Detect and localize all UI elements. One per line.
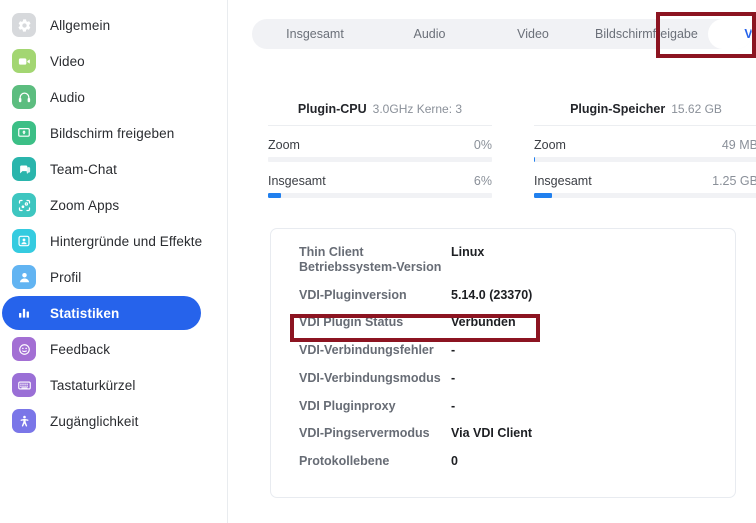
meter-subtitle: 15.62 GB	[671, 102, 722, 116]
detail-row: VDI-Pingservermodus Via VDI Client	[299, 426, 735, 441]
meter-progress-fill	[534, 193, 552, 198]
tab-bildschirmfreigabe[interactable]: Bildschirmfreigabe	[585, 19, 708, 49]
detail-key: VDI-Verbindungsfehler	[299, 343, 434, 357]
meter-subtitle: 3.0GHz Kerne: 3	[372, 102, 463, 116]
tab-audio[interactable]: Audio	[378, 19, 481, 49]
detail-row: VDI-Verbindungsmodus -	[299, 371, 735, 386]
sidebar-item-label: Audio	[50, 89, 86, 105]
meter-row: Insgesamt 1.25 GB	[534, 174, 756, 198]
tab-insgesamt[interactable]: Insgesamt	[252, 19, 378, 49]
sidebar-item-feedback[interactable]: Feedback	[2, 332, 201, 366]
sidebar-item-label: Profil	[50, 269, 82, 285]
sidebar-item-video[interactable]: Video	[2, 44, 201, 78]
chat-bubble-icon	[12, 157, 36, 181]
smiley-icon	[12, 337, 36, 361]
sidebar-item-hintergr-nde-und-effekte[interactable]: Hintergründe und Effekte	[2, 224, 203, 258]
meter-progress-bar	[534, 157, 756, 162]
settings-sidebar: Allgemein Video Audio Bildschirm freigeben T…	[0, 0, 228, 523]
sidebar-item-label: Zoom Apps	[50, 197, 120, 213]
video-camera-icon	[12, 49, 36, 73]
person-frame-icon	[12, 229, 36, 253]
sidebar-item-label: Feedback	[50, 341, 111, 357]
sidebar-item-label: Bildschirm freigeben	[50, 125, 175, 141]
detail-value: -	[451, 370, 456, 385]
meter-row: Insgesamt 6%	[268, 174, 492, 198]
meter-header: Plugin-Speicher 15.62 GB	[534, 100, 756, 126]
detail-value: -	[451, 398, 456, 413]
plugin-resource-meters: Plugin-CPU 3.0GHz Kerne: 3 Zoom 0% Insgesamt…	[268, 100, 756, 198]
detail-row: VDI-Pluginversion 5.14.0 (23370)	[299, 288, 735, 303]
meter-progress-bar	[534, 193, 756, 198]
settings-window: Allgemein Video Audio Bildschirm freigeben T…	[0, 0, 756, 523]
detail-key: VDI Plugin Status	[299, 315, 404, 330]
detail-key: VDI-Verbindungsmodus	[299, 370, 441, 385]
detail-row: VDI Plugin Status Verbunden	[299, 315, 735, 330]
sidebar-item-label: Video	[50, 53, 85, 69]
detail-value: 0	[451, 454, 458, 468]
detail-key: VDI-Pingservermodus	[299, 426, 430, 441]
meter-progress-bar	[268, 157, 492, 162]
meter-row-value: 0%	[473, 138, 492, 152]
detail-value: 5.14.0 (23370)	[451, 287, 533, 302]
detail-key: VDI-Pluginversion	[299, 287, 407, 302]
meter-progress-fill	[268, 193, 282, 198]
meter-row-label: Zoom	[268, 138, 300, 152]
meter-title: Plugin-CPU	[297, 102, 367, 116]
meter-row-value: 1.25 GB	[712, 174, 756, 188]
meter-title: Plugin-Speicher	[570, 102, 666, 116]
sidebar-item-bildschirm-freigeben[interactable]: Bildschirm freigeben	[2, 116, 201, 150]
headset-icon	[12, 85, 36, 109]
keyboard-icon	[12, 373, 36, 397]
sidebar-item-statistiken[interactable]: Statistiken	[2, 296, 201, 330]
detail-key: VDI Pluginproxy	[299, 398, 396, 413]
meter-row-label: Insgesamt	[534, 174, 592, 188]
sidebar-item-zug-nglichkeit[interactable]: Zugänglichkeit	[2, 404, 201, 438]
sidebar-item-label: Statistiken	[50, 305, 120, 321]
sidebar-item-label: Team-Chat	[50, 161, 117, 177]
detail-value: Linux	[451, 245, 485, 259]
detail-row: VDI-Verbindungsfehler -	[299, 343, 735, 358]
meter-progress-fill	[534, 157, 535, 162]
bar-chart-icon	[12, 301, 36, 325]
meter-row: Zoom 49 MB	[534, 138, 756, 162]
sidebar-item-label: Allgemein	[50, 17, 111, 33]
meter-progress-bar	[268, 193, 492, 198]
detail-value: Verbunden	[451, 315, 516, 330]
statistics-panel: InsgesamtAudioVideoBildschirmfreigabeVDI…	[228, 0, 756, 523]
screen-share-icon	[12, 121, 36, 145]
person-icon	[12, 265, 36, 289]
accessibility-icon	[12, 409, 36, 433]
meter-group-plugin-memory: Plugin-Speicher 15.62 GB Zoom 49 MB Insgesam…	[534, 100, 756, 198]
detail-value: -	[451, 343, 456, 357]
detail-row: VDI Pluginproxy -	[299, 399, 735, 414]
sidebar-item-label: Hintergründe und Effekte	[50, 233, 203, 249]
meter-group-plugin-cpu: Plugin-CPU 3.0GHz Kerne: 3 Zoom 0% Insgesamt…	[268, 100, 492, 198]
sidebar-item-allgemein[interactable]: Allgemein	[2, 8, 201, 42]
meter-row-label: Insgesamt	[268, 174, 326, 188]
tab-vdi[interactable]: VDI	[707, 19, 752, 49]
apps-grid-icon	[12, 193, 36, 217]
meter-row-value: 6%	[473, 174, 492, 188]
sidebar-item-profil[interactable]: Profil	[2, 260, 201, 294]
gear-icon	[12, 13, 36, 37]
detail-row: Protokollebene 0	[299, 454, 735, 469]
tab-video[interactable]: Video	[481, 19, 585, 49]
meter-row: Zoom 0%	[268, 138, 492, 162]
sidebar-item-tastaturk-rzel[interactable]: Tastaturkürzel	[2, 368, 201, 402]
sidebar-item-label: Tastaturkürzel	[50, 377, 136, 393]
meter-header: Plugin-CPU 3.0GHz Kerne: 3	[268, 100, 492, 126]
statistics-tabbar: InsgesamtAudioVideoBildschirmfreigabeVDI	[252, 19, 752, 49]
sidebar-item-audio[interactable]: Audio	[2, 80, 201, 114]
sidebar-item-label: Zugänglichkeit	[50, 413, 139, 429]
detail-key: Protokollebene	[299, 454, 390, 468]
detail-value: Via VDI Client	[451, 426, 533, 441]
detail-row: Thin Client Betriebssystem-Version Linux	[299, 245, 735, 275]
vdi-details-card: Thin Client Betriebssystem-Version Linux V…	[270, 228, 736, 498]
sidebar-item-team-chat[interactable]: Team-Chat	[2, 152, 201, 186]
detail-key: Thin Client Betriebssystem-Version	[299, 245, 442, 274]
meter-row-value: 49 MB	[721, 138, 756, 152]
meter-row-label: Zoom	[534, 138, 566, 152]
sidebar-item-zoom-apps[interactable]: Zoom Apps	[2, 188, 201, 222]
